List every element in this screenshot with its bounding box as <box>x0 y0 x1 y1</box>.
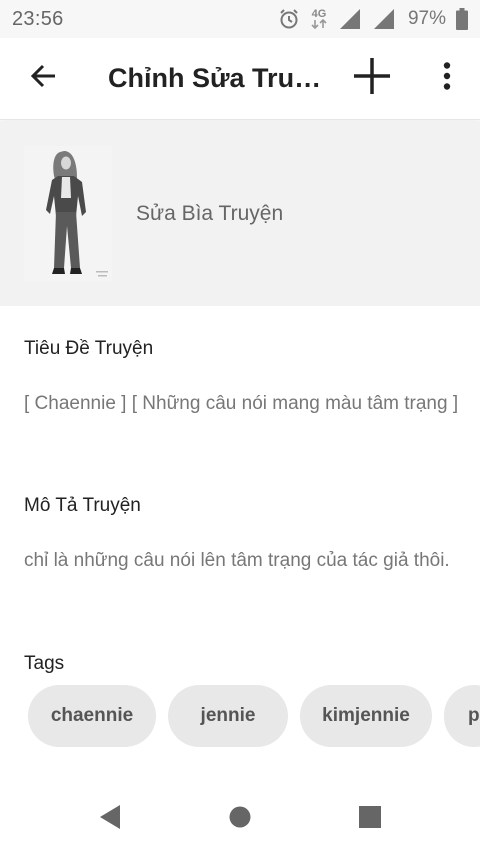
triangle-back-icon <box>98 804 122 835</box>
tag-chip[interactable]: kimjennie <box>300 685 432 747</box>
plus-icon <box>353 57 391 100</box>
system-nav-bar <box>0 784 480 854</box>
page-title: Chỉnh Sửa Truyện <box>108 63 322 93</box>
description-label: Mô Tả Truyện <box>24 495 141 516</box>
battery-percentage: 97% <box>407 8 446 29</box>
edit-cover-button[interactable]: Sửa Bìa Truyện <box>136 202 283 226</box>
network-4g-icon: 4G <box>310 9 328 29</box>
tags-label: Tags <box>24 653 65 674</box>
arrow-left-icon <box>29 62 57 95</box>
signal-icon <box>338 8 362 30</box>
title-label: Tiêu Đề Truyện <box>24 338 154 359</box>
tag-chip[interactable]: chaennie <box>28 685 156 747</box>
title-field: Tiêu Đề Truyện [ Chaennie ] [ Những câu … <box>24 338 464 416</box>
cover-image[interactable] <box>24 145 112 282</box>
nav-back-button[interactable] <box>90 799 130 839</box>
tags-list: chaennie jennie kimjennie p <box>28 685 480 747</box>
description-input[interactable]: chỉ là những câu nói lên tâm trạng của t… <box>24 549 464 573</box>
more-options-button[interactable] <box>432 55 462 103</box>
alarm-icon <box>278 8 300 30</box>
title-input[interactable]: [ Chaennie ] [ Những câu nói mang màu tâ… <box>24 392 464 416</box>
cover-section: Sửa Bìa Truyện <box>0 121 480 306</box>
tags-field: Tags <box>24 653 464 675</box>
battery-icon <box>456 8 468 30</box>
square-recents-icon <box>358 805 382 834</box>
add-button[interactable] <box>348 55 396 103</box>
status-bar: 23:56 4G 97% <box>0 0 480 38</box>
more-vertical-icon <box>443 62 451 95</box>
nav-recents-button[interactable] <box>350 799 390 839</box>
network-label: 4G <box>311 8 327 20</box>
description-field: Mô Tả Truyện chỉ là những câu nói lên tâ… <box>24 495 464 573</box>
app-bar: Chỉnh Sửa Truyện <box>0 38 480 120</box>
status-time: 23:56 <box>12 7 64 30</box>
status-icons: 4G 97% <box>278 8 468 30</box>
nav-home-button[interactable] <box>220 799 260 839</box>
circle-home-icon <box>228 805 252 834</box>
tag-chip[interactable]: p <box>444 685 480 747</box>
back-button[interactable] <box>20 56 66 102</box>
tag-chip[interactable]: jennie <box>168 685 288 747</box>
signal-icon <box>372 8 396 30</box>
